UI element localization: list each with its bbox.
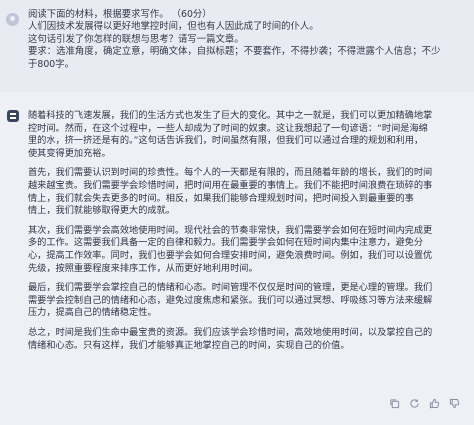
response-line: 心，提高工作效率。同时，我们也要学会如何合理安排时间，避免浪费时间。例如，我们可…: [28, 249, 433, 261]
response-line: 随着科技的飞速发展，我们的生活方式也发生了巨大的变化。其中之一就是，我们可以更加…: [28, 110, 433, 121]
prompt-line: 于800字。: [28, 58, 75, 70]
response-line: 里的水，挤一挤还是有的。”这句话告诉我们，时间虽然有限，但我们可以通过合理的规划…: [28, 135, 424, 147]
user-message: 阅读下面的材料，根据要求写作。 （60分） 人们因技术发展得以更好地掌控时间，但…: [0, 0, 474, 92]
copy-icon[interactable]: [388, 397, 400, 409]
response-line: 需要学会控制自己的情绪和心态，避免过度焦虑和紧张。我们可以通过冥想、呼吸练习等方…: [28, 294, 433, 306]
response-line: 最后，我们需要学会掌控自己的情绪和心态。时间管理不仅仅是时间的管理，更是心理的管…: [28, 282, 433, 294]
response-line: 情上，我们就会失去更多的时间。相反，如果我们能够合理规划时间，把时间投入到最重要…: [28, 192, 414, 204]
prompt-line: 这句话引发了你怎样的联想与思考？请写一篇文章。: [28, 33, 244, 45]
response-line: 使其变得更加充裕。: [28, 147, 111, 159]
assistant-response: 随着科技的飞速发展，我们的生活方式也发生了巨大的变化。其中之一就是，我们可以更加…: [28, 103, 466, 359]
response-line: 首先，我们需要认识到时间的珍贵性。每个人的一天都是有限的，而且随着年龄的增长，我…: [28, 167, 433, 179]
prompt-line: 人们因技术发展得以更好地掌控时间，但也有人因此成了时间的仆人。: [28, 21, 319, 33]
response-line: 多的工作。这需要我们具备一定的自律和毅力。我们需要学会如何在短时间内集中注意力，…: [28, 237, 424, 249]
response-line: 情上，我们就能够取得更大的成就。: [28, 205, 175, 217]
response-line: 控时间。然而，在这个过程中，一些人却成为了时间的奴隶。这让我想起了一句谚语：“时…: [28, 122, 428, 134]
prompt-line: 阅读下面的材料，根据要求写作。 （60分）: [28, 9, 212, 20]
response-line: 情绪和心态。只有这样，我们才能够真正地掌控自己的时间，实现自己的价值。: [28, 339, 350, 351]
assistant-avatar: [7, 110, 19, 122]
response-line: 压力，提高自己的情绪稳定性。: [28, 307, 157, 319]
thumbs-up-icon[interactable]: [428, 397, 440, 409]
response-line: 越来越宝贵。我们需要学会珍惜时间，把时间用在最重要的事情上。我们不能把时间浪费在…: [28, 179, 433, 191]
user-message-text: 阅读下面的材料，根据要求写作。 （60分） 人们因技术发展得以更好地掌控时间，但…: [28, 9, 468, 71]
thumbs-down-icon[interactable]: [448, 397, 460, 409]
refresh-icon[interactable]: [408, 397, 420, 409]
response-toolbar: [388, 396, 460, 410]
response-line: 其次，我们需要学会高效地使用时间。现代社会的节奏非常快，我们需要学会如何在短时间…: [28, 224, 433, 236]
response-line: 总之，时间是我们生命中最宝贵的资源。我们应该学会珍惜时间，高效地使用时间，以及掌…: [28, 326, 433, 338]
response-line: 先级，按照重要程度来排序工作，从而更好地利用时间。: [28, 262, 258, 274]
user-avatar: [6, 13, 19, 26]
prompt-line: 要求：选准角度，确定立意，明确文体，自拟标题；不要套作，不得抄袭；不得泄露个人信…: [28, 46, 441, 58]
